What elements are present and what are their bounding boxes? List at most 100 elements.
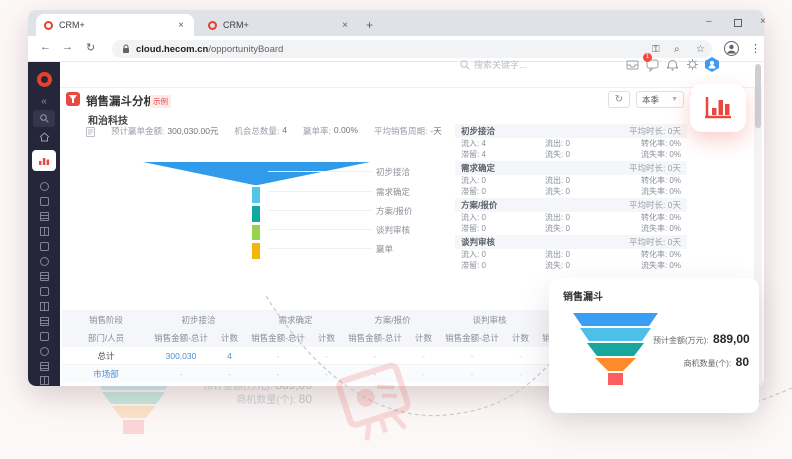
browser-menu-icon[interactable]: ⋮ (750, 42, 761, 55)
page-title: 销售漏斗分析 (86, 93, 155, 109)
browser-tab-1[interactable]: CRM+ × (36, 14, 194, 36)
sidebar-item-9[interactable] (34, 287, 54, 296)
app-search-input[interactable]: 搜索关键字... (460, 58, 527, 71)
chart-feature-card[interactable] (690, 84, 746, 132)
refresh-icon[interactable]: ↻ (86, 41, 95, 54)
new-tab-button[interactable]: + (366, 18, 373, 32)
hecom-logo-icon (37, 72, 52, 87)
back-icon[interactable]: ← (40, 41, 51, 53)
inbox-icon[interactable] (626, 58, 640, 72)
window-minimize-button[interactable]: – (706, 16, 712, 27)
key-icon[interactable]: ⚿ (652, 44, 660, 55)
sidebar-item-7[interactable] (34, 257, 54, 266)
stage-avg-duration: 平均时长: 0天 (629, 125, 681, 137)
stage-stay: 滞留: 0 (461, 223, 545, 234)
sidebar-item-4[interactable] (34, 212, 54, 221)
stage-conversion: 转化率: 0% (623, 212, 681, 223)
list-icon (86, 127, 95, 137)
notification-badge: 1 (643, 53, 652, 62)
sales-funnel-card[interactable]: 销售漏斗 预计金额(万元): 889,00商机数量(个): 80 (549, 278, 759, 413)
sidebar-item-15[interactable] (34, 376, 54, 385)
card-stats: 预计金额(万元): 889,00商机数量(个): 80 (653, 330, 749, 376)
url-input[interactable]: cloud.hecom.cn/opportunityBoard ⚿ ⌕ ☆ (112, 40, 712, 58)
stage-avg-duration: 平均时长: 0天 (629, 236, 681, 248)
stage-avg-duration: 平均时长: 0天 (629, 199, 681, 211)
stage-section: 方案/报价平均时长: 0天 流入: 0流出: 0转化率: 0% 滞留: 0流失:… (455, 198, 687, 235)
stage-inflow: 流入: 0 (461, 212, 545, 223)
sidebar-item-5[interactable] (34, 227, 54, 236)
stage-loss-rate: 流失率: 0% (623, 260, 681, 271)
stage-section: 初步接洽平均时长: 0天 流入: 4流出: 0转化率: 0% 滞留: 4流失: … (455, 124, 687, 161)
stage-outflow: 流出: 0 (545, 212, 623, 223)
window-close-button[interactable]: × (760, 16, 766, 27)
sidebar-item-3[interactable] (34, 197, 54, 206)
browser-tab-2[interactable]: CRM+ × (200, 14, 358, 36)
funnel-label-line (268, 248, 372, 249)
sidebar-search-button[interactable] (33, 110, 55, 127)
forward-icon[interactable]: → (62, 41, 73, 53)
search-placeholder: 搜索关键字... (474, 58, 527, 71)
bookmark-star-icon[interactable]: ☆ (696, 44, 705, 55)
tab-title: CRM+ (223, 20, 340, 30)
sidebar-item-10[interactable] (34, 302, 54, 311)
sidebar-icon (40, 227, 49, 236)
gear-icon[interactable] (686, 58, 700, 72)
sidebar-icon (40, 362, 49, 371)
sidebar-item-12[interactable] (34, 332, 54, 341)
stage-loss: 流失: 0 (545, 260, 623, 271)
stage-stats-panel: 初步接洽平均时长: 0天 流入: 4流出: 0转化率: 0% 滞留: 4流失: … (455, 124, 687, 272)
stage-conversion: 转化率: 0% (623, 249, 681, 260)
count-link[interactable]: 4 (212, 351, 247, 361)
sidebar-item-11[interactable] (34, 317, 54, 326)
funnel-stage-label: 初步接洽 (376, 166, 436, 178)
scrollbar-thumb[interactable] (755, 64, 761, 128)
bar-chart-icon (703, 95, 733, 121)
sidebar-icon (40, 242, 49, 251)
dept-link[interactable]: 市场部 (62, 368, 150, 380)
summary-stats: 预计赢单金额:300,030.00元机会总数量:4赢单率:0.00%平均销售周期… (86, 125, 442, 137)
sidebar-icon (40, 376, 49, 385)
stage-inflow: 流入: 0 (461, 175, 545, 186)
sidebar-collapse-icon[interactable]: « (34, 96, 54, 107)
sidebar-item-funnel-active[interactable] (32, 150, 56, 171)
stage-name: 谈判审核 (461, 236, 495, 248)
sidebar-item-8[interactable] (34, 272, 54, 281)
sidebar-item-2[interactable] (34, 182, 54, 191)
amount-link[interactable]: 300,030 (150, 351, 212, 361)
tab-close-icon[interactable]: × (340, 20, 350, 31)
search-icon (460, 60, 470, 70)
search-glass-icon[interactable]: ⌕ (674, 44, 680, 55)
funnel-label-line (268, 210, 372, 211)
tab-strip: CRM+ × CRM+ × + – × (28, 10, 764, 36)
sidebar-icon (40, 257, 49, 266)
sidebar-icon (40, 272, 49, 281)
home-icon (39, 132, 50, 142)
faded-stat-count: 商机数量(个): 80 (180, 391, 312, 406)
stage-stay: 滞留: 0 (461, 186, 545, 197)
stage-loss-rate: 流失率: 0% (623, 149, 681, 160)
stage-avg-duration: 平均时长: 0天 (629, 162, 681, 174)
stage-section: 谈判审核平均时长: 0天 流入: 0流出: 0转化率: 0% 滞留: 0流失: … (455, 235, 687, 272)
search-icon (40, 114, 49, 123)
sidebar-item-14[interactable] (34, 362, 54, 371)
stage-name: 初步接洽 (461, 125, 495, 137)
chevron-down-icon: ▼ (671, 96, 678, 103)
summary-stat-item: 预计赢单金额:300,030.00元 (111, 125, 218, 137)
period-dropdown[interactable]: 本季 ▼ (636, 91, 684, 108)
tab-title: CRM+ (59, 20, 176, 30)
bell-icon[interactable] (666, 58, 680, 72)
stage-loss: 流失: 0 (545, 223, 623, 234)
sidebar-item-home[interactable] (34, 132, 54, 142)
page-title-icon (66, 92, 80, 106)
sidebar-item-13[interactable] (34, 347, 54, 356)
crm-logo-icon (208, 21, 217, 30)
user-avatar-hexagon[interactable] (704, 56, 720, 73)
stage-name: 需求确定 (461, 162, 495, 174)
tab-close-icon[interactable]: × (176, 20, 186, 31)
sidebar-item-6[interactable] (34, 242, 54, 251)
refresh-button[interactable]: ↻ (608, 91, 630, 108)
period-value: 本季 (642, 94, 659, 106)
window-maximize-button[interactable] (734, 19, 742, 27)
stage-section: 需求确定平均时长: 0天 流入: 0流出: 0转化率: 0% 滞留: 0流失: … (455, 161, 687, 198)
profile-avatar-icon[interactable] (724, 41, 739, 56)
